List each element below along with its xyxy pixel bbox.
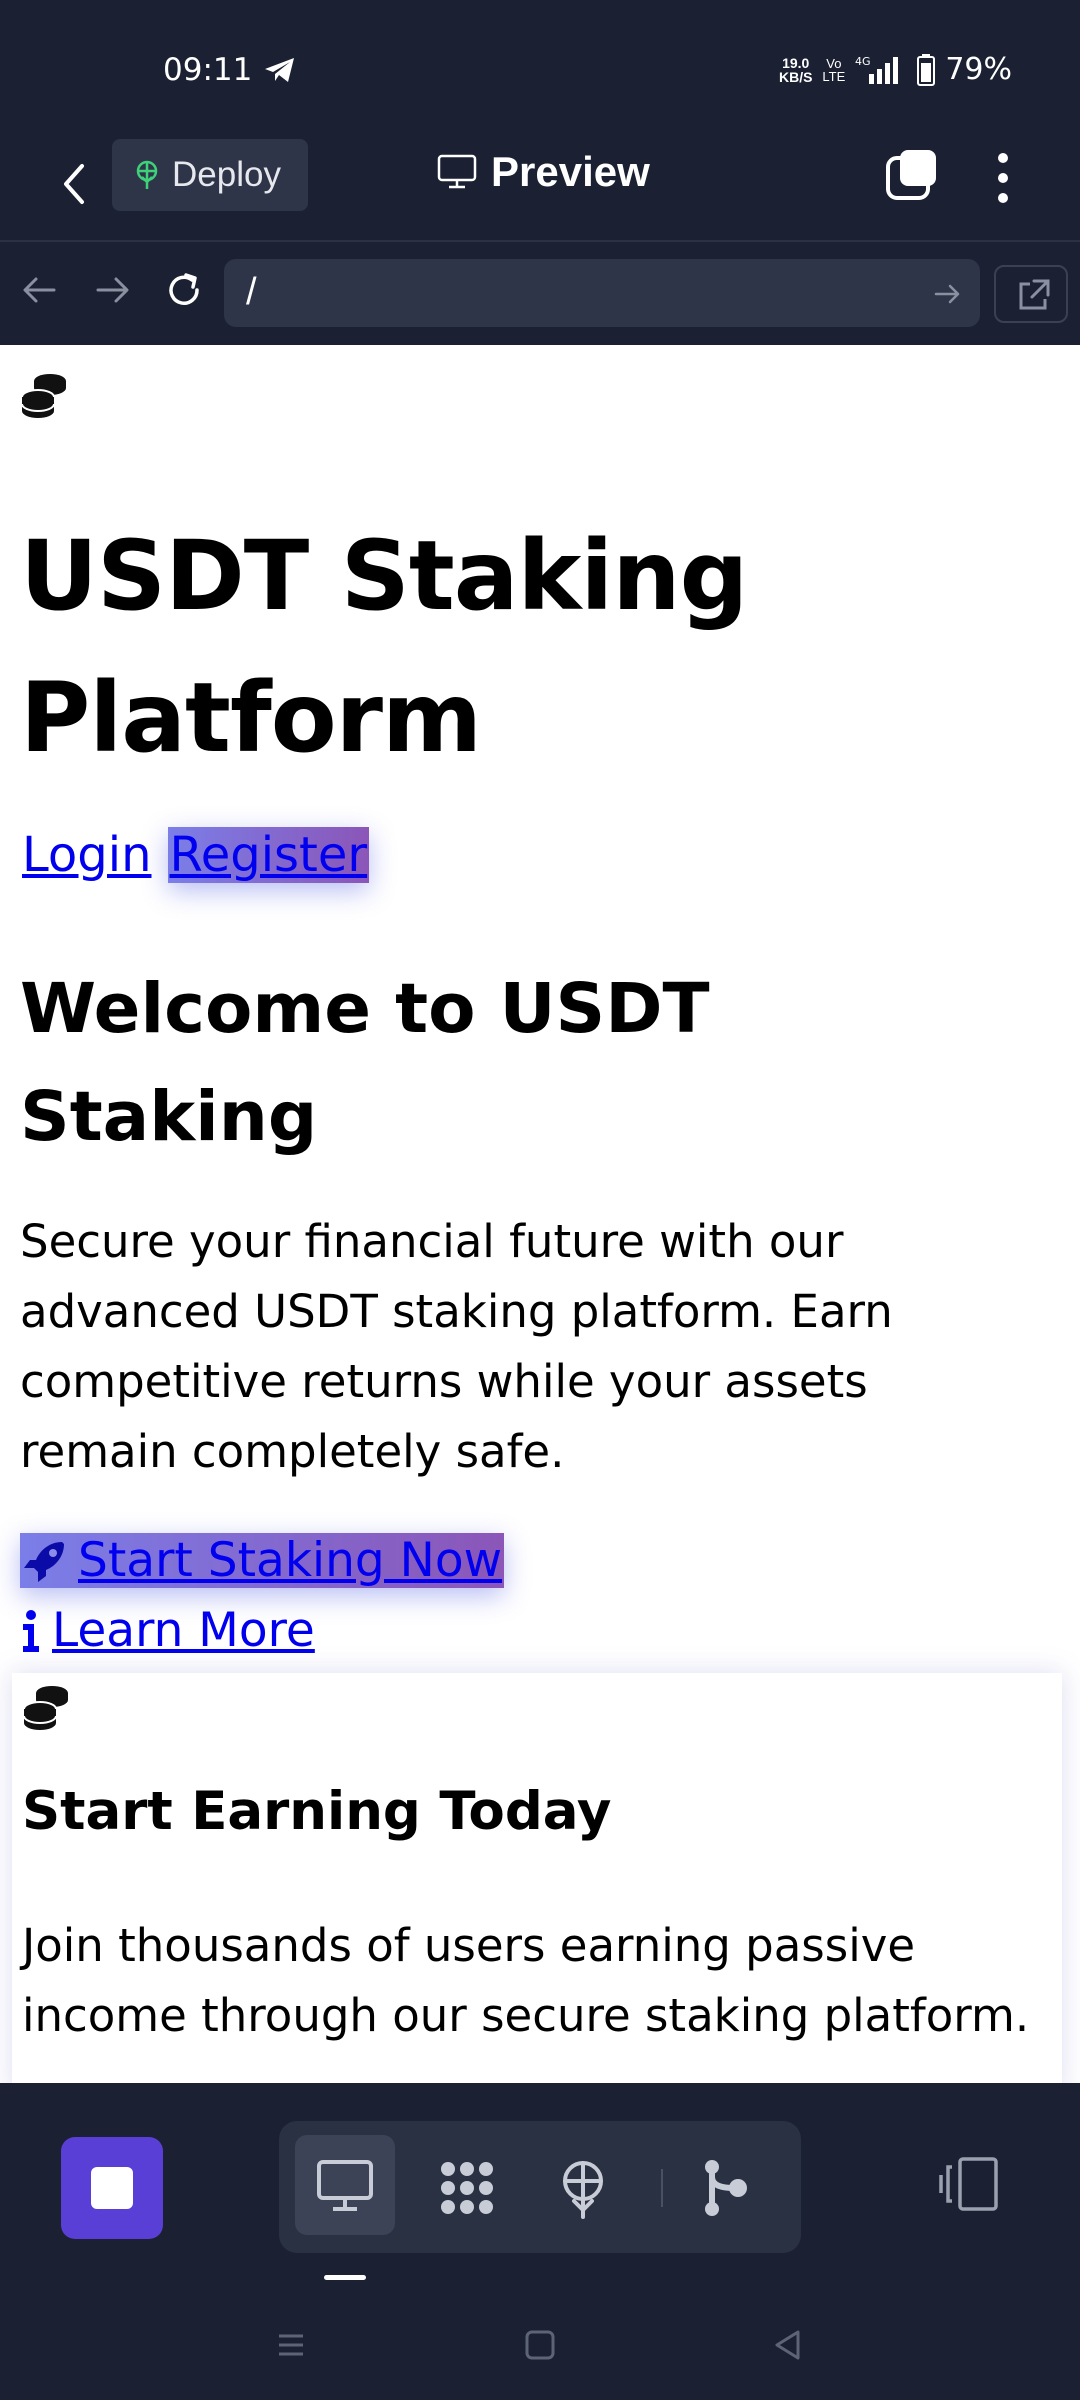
browser-back-icon[interactable]	[18, 268, 62, 312]
deploy-globe-icon[interactable]	[552, 2157, 614, 2219]
login-link[interactable]: Login	[22, 827, 152, 883]
info-icon	[23, 1609, 39, 1652]
coins-icon	[21, 374, 66, 418]
go-arrow-icon[interactable]	[932, 279, 962, 309]
auth-links: Login Register	[22, 827, 370, 883]
preview-title: Preview	[437, 148, 650, 196]
reload-icon[interactable]	[162, 268, 206, 312]
stop-button[interactable]	[61, 2137, 163, 2239]
active-tab-indicator	[324, 2275, 366, 2280]
globe-deploy-icon	[136, 160, 158, 189]
monitor-icon	[317, 2160, 373, 2211]
status-indicators: 19.0 KB/S Vo LTE 4G 79%	[779, 52, 1012, 87]
open-external-button[interactable]	[994, 265, 1068, 323]
app-header: Deploy Preview	[0, 130, 1080, 240]
url-input[interactable]: /	[224, 259, 980, 327]
card-title: Start Earning Today	[22, 1781, 612, 1842]
bottom-toolbar	[0, 2083, 1080, 2283]
volte-indicator: Vo LTE	[822, 55, 846, 84]
device-toggle-icon[interactable]	[938, 2157, 1000, 2211]
webview-content: USDT Staking Platform Login Register Wel…	[0, 345, 1080, 2083]
page-title: USDT Staking Platform	[20, 520, 748, 774]
status-bar: 09:11 19.0 KB/S Vo LTE 4G 79%	[0, 0, 1080, 130]
view-switcher	[279, 2121, 801, 2253]
card-text: Join thousands of users earning passive …	[22, 1919, 1030, 2042]
feature-card: Start Earning Today Join thousands of us…	[12, 1673, 1062, 2083]
welcome-heading: Welcome to USDT Staking	[20, 969, 710, 1157]
svg-text:4G: 4G	[855, 55, 871, 68]
register-link[interactable]: Register	[167, 827, 370, 883]
toolbar-separator	[661, 2169, 663, 2207]
signal-icon: 4G	[855, 55, 899, 84]
url-value: /	[246, 271, 257, 313]
stop-icon	[91, 2167, 133, 2209]
home-icon[interactable]	[522, 2327, 558, 2363]
deploy-label: Deploy	[172, 155, 281, 194]
start-staking-link[interactable]: Start Staking Now	[20, 1533, 505, 1588]
preview-label: Preview	[491, 148, 650, 195]
browser-forward-icon[interactable]	[90, 268, 134, 312]
start-staking-label: Start Staking Now	[78, 1533, 503, 1588]
lead-paragraph: Secure your financial future with our ad…	[20, 1215, 893, 1478]
external-link-icon	[1019, 279, 1050, 310]
rocket-icon	[24, 1541, 64, 1582]
status-time: 09:11	[163, 52, 253, 88]
branch-icon[interactable]	[694, 2157, 756, 2219]
start-staking-highlight: Start Staking Now	[20, 1533, 505, 1588]
monitor-icon	[437, 154, 477, 189]
url-row: /	[0, 242, 1080, 345]
system-navigation	[0, 2283, 1080, 2400]
recents-icon[interactable]	[273, 2327, 309, 2363]
back-button[interactable]	[50, 152, 100, 216]
net-speed: 19.0 KB/S	[778, 54, 813, 85]
learn-more-link[interactable]: Learn More	[20, 1603, 315, 1658]
battery-level: 79%	[945, 52, 1012, 87]
coins-icon	[23, 1686, 68, 1730]
tabs-icon[interactable]	[884, 148, 940, 204]
preview-tab[interactable]	[295, 2135, 395, 2235]
deploy-button[interactable]: Deploy	[112, 139, 308, 211]
battery-icon	[917, 53, 936, 86]
grid-dots-icon[interactable]	[436, 2157, 498, 2219]
telegram-icon	[265, 58, 294, 82]
learn-more-label: Learn More	[52, 1603, 315, 1658]
system-back-icon[interactable]	[770, 2327, 806, 2363]
more-menu-icon[interactable]	[985, 148, 1021, 208]
